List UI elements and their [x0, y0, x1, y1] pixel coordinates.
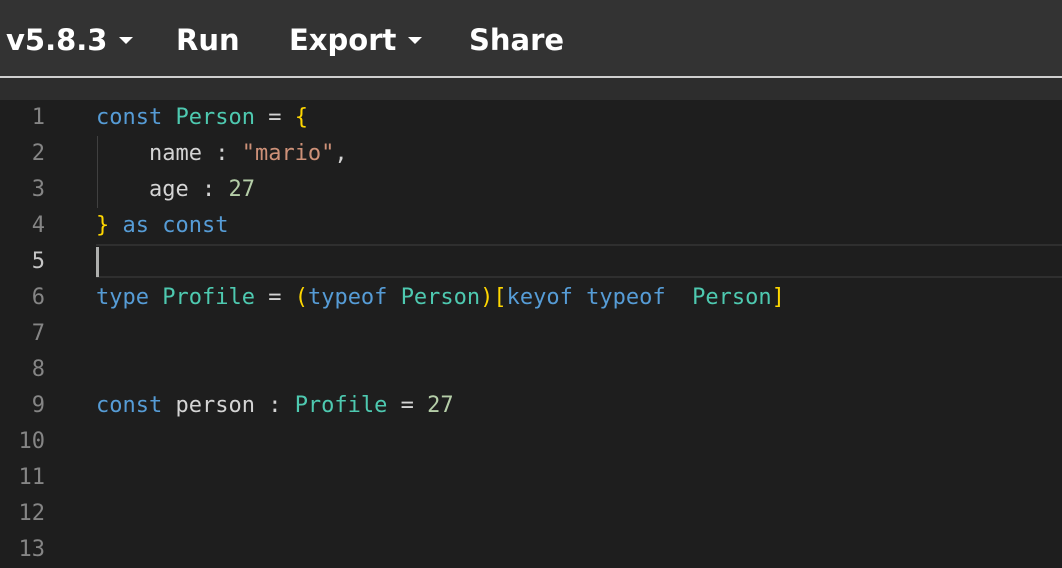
version-label: v5.8.3 — [6, 23, 108, 57]
code-token: person : — [162, 393, 295, 418]
code-token: typeof — [307, 285, 388, 310]
code-line[interactable]: 12 — [0, 496, 1062, 532]
line-code: type Profile = (typeof Person)[keyof typ… — [96, 280, 785, 316]
line-number: 4 — [31, 213, 45, 238]
code-token: const — [96, 105, 163, 130]
run-label: Run — [176, 23, 240, 57]
code-token: [ — [493, 285, 507, 310]
code-token: ( — [294, 285, 308, 310]
code-token: const — [162, 213, 229, 238]
line-number: 10 — [18, 429, 46, 454]
line-number: 5 — [31, 249, 45, 274]
line-number: 9 — [31, 393, 45, 418]
code-line[interactable]: 7 — [0, 316, 1062, 352]
code-token: { — [294, 105, 308, 130]
code-token: "mario" — [241, 141, 335, 166]
code-token: = — [387, 393, 428, 418]
code-line[interactable]: 11 — [0, 460, 1062, 496]
code-line[interactable]: 10 — [0, 424, 1062, 460]
export-label: Export — [289, 23, 397, 57]
code-token: Person — [175, 105, 255, 130]
line-number: 3 — [31, 177, 45, 202]
line-number: 2 — [31, 141, 45, 166]
share-label: Share — [469, 23, 565, 57]
export-dropdown[interactable]: Export — [289, 20, 423, 60]
code-line[interactable]: 8 — [0, 352, 1062, 388]
code-line[interactable]: 1 const Person = { — [0, 100, 1062, 136]
code-line[interactable]: 9 const person : Profile = 27 — [0, 388, 1062, 424]
code-line[interactable]: 13 — [0, 532, 1062, 568]
code-token: Profile — [294, 393, 388, 418]
code-token: ) — [480, 285, 494, 310]
code-token: = — [254, 105, 295, 130]
line-code: age : 27 — [96, 172, 255, 208]
code-token: keyof — [506, 285, 573, 310]
code-token: typeof — [586, 285, 666, 310]
line-number: 8 — [31, 357, 45, 382]
code-line[interactable]: 6 type Profile = (typeof Person)[keyof ty… — [0, 280, 1062, 316]
line-code: const person : Profile = 27 — [96, 388, 454, 424]
code-token: const — [96, 393, 163, 418]
code-line[interactable]: 5 — [0, 244, 1062, 280]
code-line[interactable]: 4} as const — [0, 208, 1062, 244]
editor-header-strip — [0, 78, 1062, 100]
current-line-highlight — [96, 244, 1062, 278]
version-dropdown[interactable]: v5.8.3 — [6, 20, 134, 60]
code-token: } — [96, 213, 110, 238]
toolbar: v5.8.3 Run Export Share — [0, 0, 1062, 78]
line-number: 1 — [31, 105, 45, 130]
code-token: Profile — [162, 285, 255, 310]
line-code: } as const — [96, 208, 228, 244]
line-number: 6 — [31, 285, 45, 310]
line-code: name : "mario", — [96, 136, 348, 172]
code-token: type — [96, 285, 149, 310]
code-token: ] — [771, 285, 785, 310]
line-number: 13 — [18, 537, 46, 562]
chevron-down-icon — [408, 36, 423, 44]
run-button[interactable]: Run — [176, 20, 240, 60]
line-number: 7 — [31, 321, 45, 346]
code-token: 27 — [427, 393, 454, 418]
code-token: = — [254, 285, 295, 310]
code-token: , — [334, 141, 348, 166]
code-token: 27 — [228, 177, 255, 202]
chevron-down-icon — [119, 36, 134, 44]
code-token: name : — [96, 141, 242, 166]
share-button[interactable]: Share — [469, 20, 564, 60]
line-code: const Person = { — [96, 100, 308, 136]
code-token: age : — [96, 177, 229, 202]
code-token: Person — [400, 285, 481, 310]
code-token: Person — [692, 285, 772, 310]
code-token: as — [122, 213, 150, 238]
text-cursor — [96, 247, 99, 277]
line-number: 11 — [18, 465, 46, 490]
code-line[interactable]: 2 name : "mario", — [0, 136, 1062, 172]
code-editor[interactable]: 1 const Person = {2 name : "mario", 3 age … — [0, 100, 1062, 562]
line-number: 12 — [18, 501, 46, 526]
code-line[interactable]: 3 age : 27 — [0, 172, 1062, 208]
